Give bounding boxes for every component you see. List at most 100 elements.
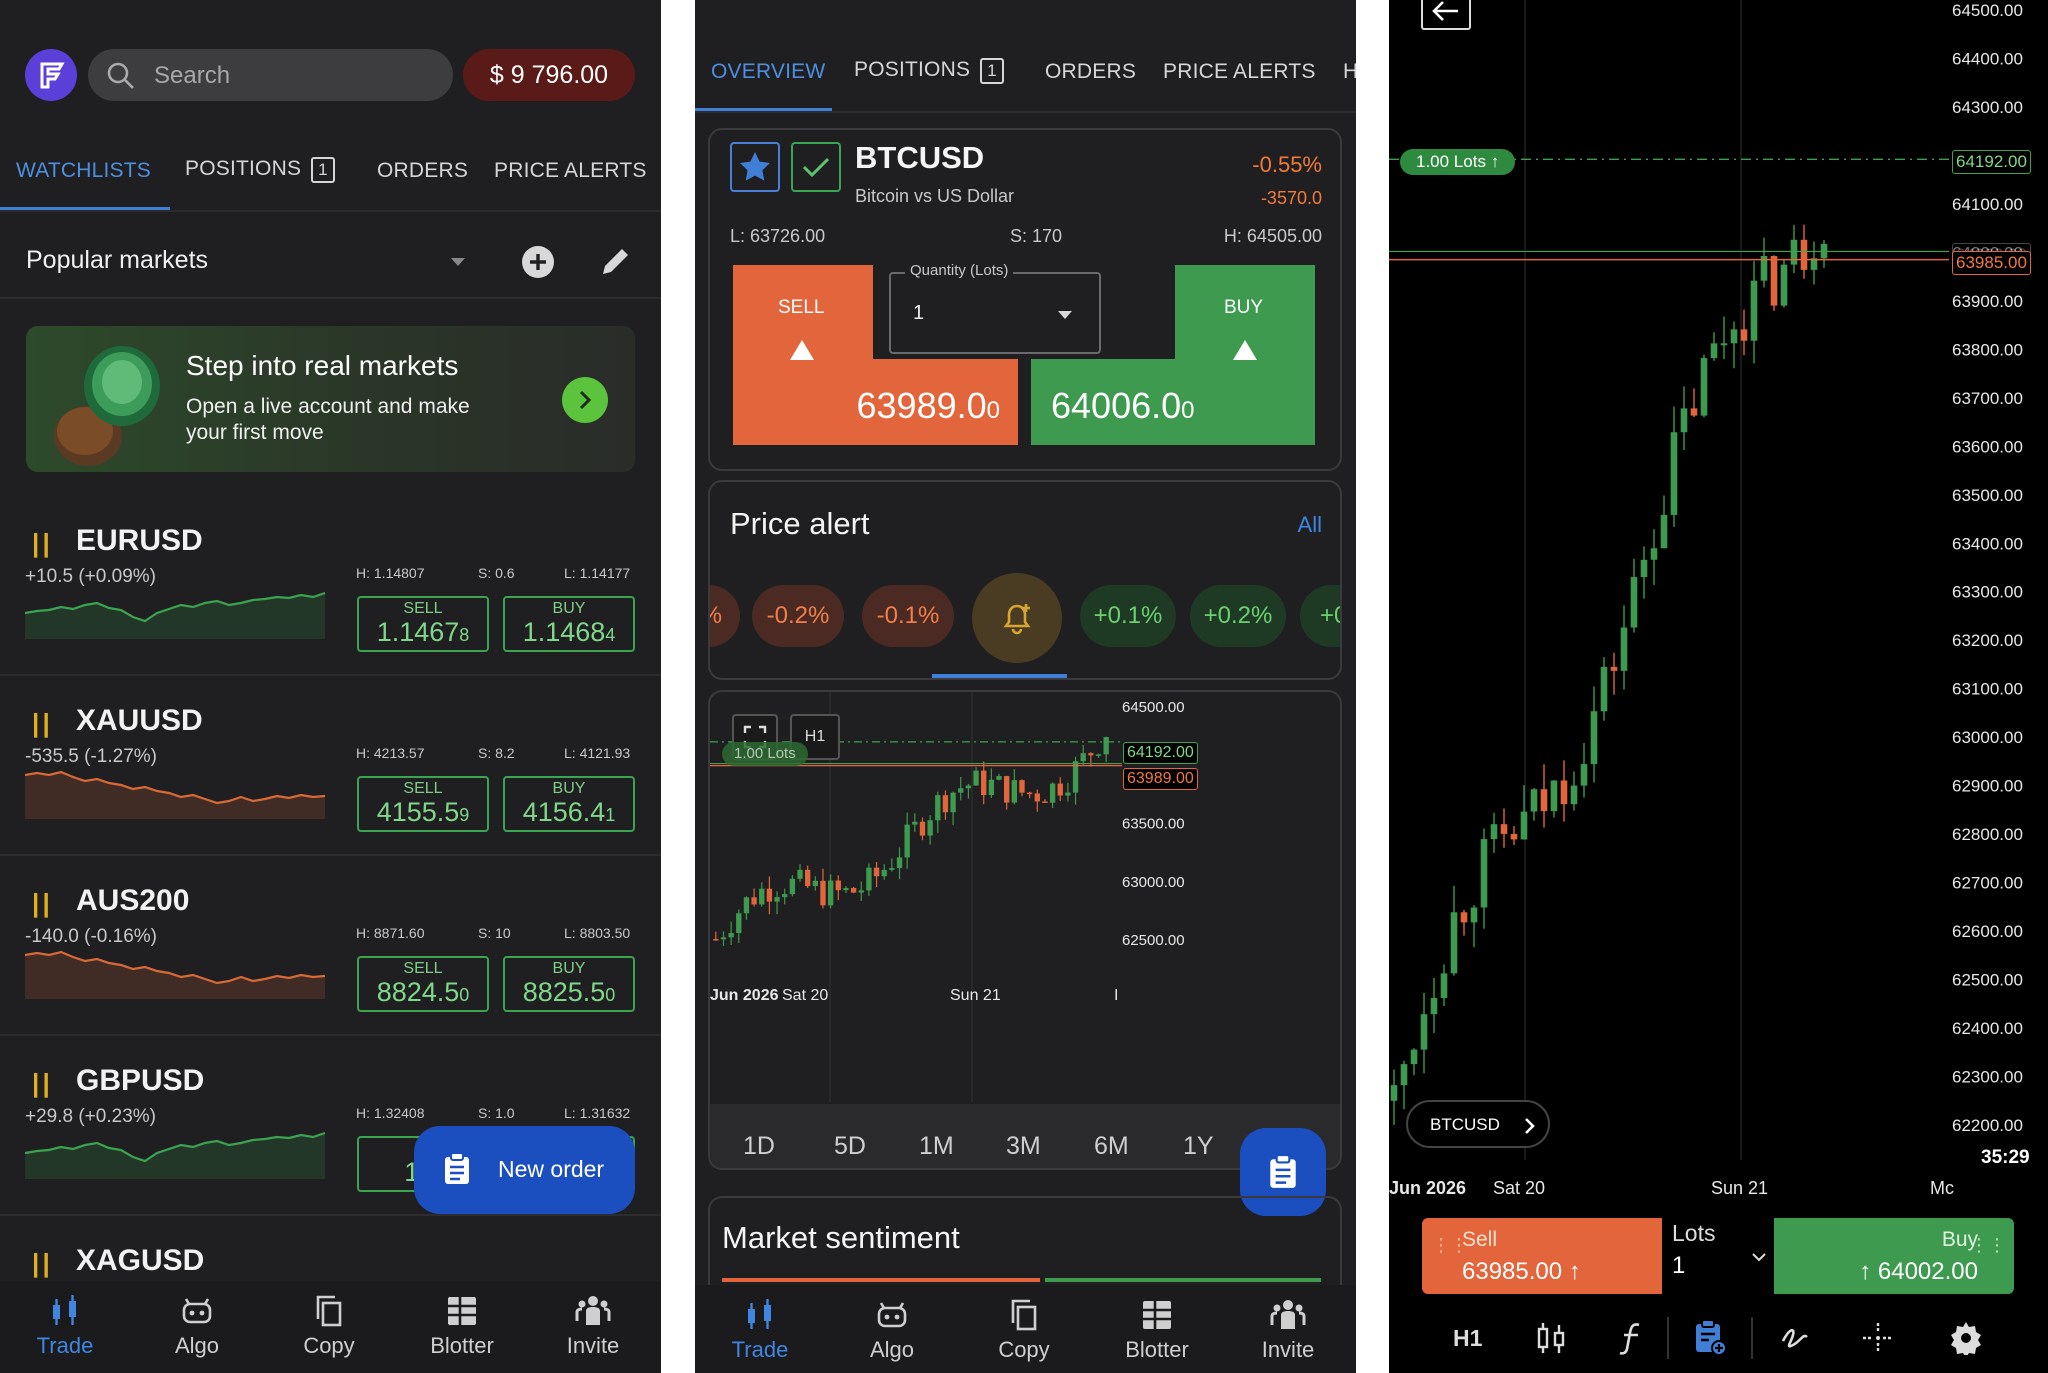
mini-candlestick-chart[interactable]: 64500.00 63500.00 63000.00 62500.00 Jun 2026… [710, 692, 1340, 1168]
candle-body [1065, 792, 1071, 796]
nav-algo[interactable]: Algo [837, 1295, 947, 1363]
nav-invite[interactable]: Invite [538, 1291, 648, 1359]
back-button[interactable] [1421, 0, 1471, 30]
edit-pencil-icon[interactable] [598, 245, 632, 279]
tab-overview[interactable]: OVERVIEW [711, 60, 825, 84]
market-row[interactable]: | | AUS200 -140.0 (-0.16%) H: 8871.60 S: 10 L… [0, 879, 661, 1059]
nav-trade-label: Trade [36, 1333, 94, 1358]
candle-body [720, 937, 727, 940]
timeframe-1m[interactable]: 1M [919, 1132, 954, 1161]
row-divider [0, 1214, 661, 1216]
tab-more[interactable]: H [1343, 60, 1356, 84]
promo-banner[interactable]: Step into real markets Open a live accou… [26, 326, 635, 472]
quick-sell-button[interactable]: SELL 1.14678 [357, 596, 489, 652]
timeframe-3m[interactable]: 3M [1006, 1132, 1041, 1161]
select-check-button[interactable] [791, 142, 841, 192]
add-alert-button[interactable] [972, 573, 1062, 663]
candle-type-icon[interactable] [1535, 1321, 1567, 1355]
candlestick-chart[interactable]: 64500.0064400.0064300.0064200.0064100.00… [1389, 0, 2048, 1200]
interval-button[interactable]: H1 [1453, 1325, 1482, 1352]
tab-orders[interactable]: ORDERS [377, 159, 468, 183]
promo-arrow-button[interactable] [562, 377, 608, 423]
market-row[interactable]: | | EURUSD +10.5 (+0.09%) H: 1.14807 S: 0.6 L… [0, 519, 661, 699]
drawing-tool-icon[interactable] [1779, 1321, 1813, 1355]
nav-copy[interactable]: Copy [969, 1295, 1079, 1363]
candle-body [1080, 753, 1086, 762]
candle-body [1011, 780, 1018, 803]
quick-sell-button[interactable]: ⋮⋮ Sell 63985.00 ↑ [1422, 1218, 1662, 1294]
sparkline-chart [25, 591, 326, 639]
buy-price-main: 4156.4 [522, 797, 606, 827]
timeframe-1y[interactable]: 1Y [1183, 1132, 1214, 1161]
candle-body [1049, 783, 1056, 803]
y-axis-label: 62600.00 [1952, 922, 2023, 941]
add-icon[interactable] [521, 245, 555, 279]
market-sentiment-title: Market sentiment [722, 1220, 960, 1255]
nav-blotter[interactable]: Blotter [407, 1291, 517, 1359]
sell-arrow-icon [790, 340, 814, 360]
tab-positions[interactable]: POSITIONS 1 [854, 58, 1004, 84]
quick-buy-button[interactable]: BUY 4156.41 [503, 776, 635, 832]
timeframe-1d[interactable]: 1D [743, 1132, 775, 1161]
alert-pill-plus-01[interactable]: +0.1% [1080, 585, 1176, 647]
tab-price-alerts[interactable]: PRICE ALERTS [494, 159, 647, 183]
candle-body [1680, 408, 1688, 433]
nav-blotter[interactable]: Blotter [1102, 1295, 1212, 1363]
tab-positions[interactable]: POSITIONS 1 [185, 157, 335, 183]
arrow-left-icon [1432, 1, 1458, 21]
candle-body [743, 897, 750, 914]
check-icon [802, 157, 830, 178]
settings-gear-icon[interactable] [1949, 1321, 1983, 1355]
nav-copy[interactable]: Copy [274, 1291, 384, 1359]
tab-orders[interactable]: ORDERS [1045, 60, 1136, 84]
candle-body [1500, 824, 1508, 834]
crosshair-icon[interactable] [1861, 1321, 1895, 1355]
timeframe-6m[interactable]: 6M [1094, 1132, 1129, 1161]
alert-pill-minus-02[interactable]: -0.2% [752, 585, 844, 647]
tab-watchlists[interactable]: WATCHLISTS [16, 159, 151, 183]
market-symbol: XAGUSD [76, 1244, 205, 1277]
candle-body [988, 779, 995, 796]
app-logo[interactable] [25, 49, 77, 101]
indicator-function-icon[interactable] [1617, 1321, 1647, 1355]
candle-body [820, 880, 826, 906]
symbol-chip[interactable]: BTCUSD [1406, 1100, 1550, 1148]
buy-button[interactable]: BUY 64006.00 [1031, 265, 1315, 445]
lots-select[interactable]: Lots 1 [1662, 1212, 1774, 1280]
candle-body [1640, 559, 1648, 578]
watchlist-selector[interactable]: Popular markets [26, 246, 476, 282]
nav-algo[interactable]: Algo [142, 1291, 252, 1359]
balance-button[interactable]: $ 9 796.00 [463, 49, 635, 101]
nav-trade[interactable]: Trade [705, 1295, 815, 1363]
position-lots-tag[interactable]: 1.00 Lots ↑ [1400, 149, 1516, 175]
order-clipboard-icon[interactable] [1693, 1319, 1727, 1357]
alert-pill-minus-01[interactable]: -0.1% [862, 585, 954, 647]
quick-buy-button[interactable]: Buy ↑ 64002.00 ⋮⋮ [1774, 1218, 2014, 1294]
new-order-button[interactable]: New order [414, 1126, 635, 1214]
tab-positions-label: POSITIONS [185, 157, 302, 180]
candle-body [912, 821, 918, 825]
search-input[interactable]: Search [88, 49, 453, 101]
clipboard-icon [1270, 1154, 1296, 1188]
nav-invite[interactable]: Invite [1233, 1295, 1343, 1363]
watchlist-name: Popular markets [26, 246, 209, 274]
sell-price-main: 63989.0 [856, 385, 987, 426]
quick-buy-button[interactable]: BUY 8825.50 [503, 956, 635, 1012]
quick-sell-button[interactable]: SELL 4155.59 [357, 776, 489, 832]
candle-body [736, 913, 742, 934]
quick-buy-button[interactable]: BUY 1.14684 [503, 596, 635, 652]
algo-robot-icon [877, 1302, 907, 1328]
favorite-star-button[interactable] [730, 142, 780, 192]
buy-price-main: 1.1468 [522, 617, 606, 647]
timeframe-5d[interactable]: 5D [834, 1132, 866, 1161]
candle-body [1440, 973, 1448, 999]
buy-price: 64006.00 [1051, 385, 1195, 427]
nav-trade[interactable]: Trade [10, 1291, 120, 1359]
market-row[interactable]: | | XAUUSD -535.5 (-1.27%) H: 4213.57 S: 8.2… [0, 699, 661, 879]
price-alert-all-link[interactable]: All [1298, 512, 1322, 538]
position-lots-tag[interactable]: 1.00 Lots [722, 742, 808, 766]
tab-price-alerts[interactable]: PRICE ALERTS [1163, 60, 1316, 84]
alert-pill-plus-02[interactable]: +0.2% [1190, 585, 1286, 647]
quick-sell-button[interactable]: SELL 8824.50 [357, 956, 489, 1012]
sell-price: 8824.50 [359, 977, 487, 1008]
